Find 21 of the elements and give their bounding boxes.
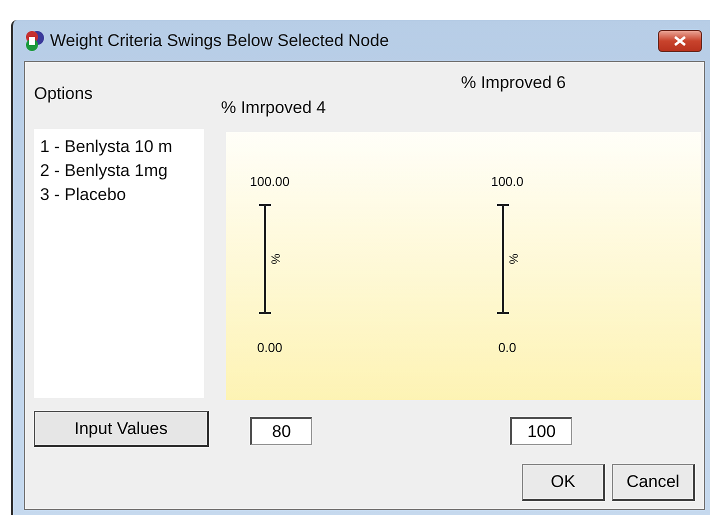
close-icon — [674, 36, 686, 46]
app-logo-icon — [24, 30, 46, 52]
value-input-field[interactable]: 80 — [250, 417, 312, 445]
option-item[interactable]: 2 - Benlysta 1mg — [40, 161, 168, 180]
criterion-header: % Imrpoved 4 — [221, 98, 326, 117]
cancel-button[interactable]: Cancel — [612, 464, 695, 501]
value-input-field[interactable]: 100 — [510, 417, 572, 445]
options-label: Options — [34, 84, 93, 103]
unit-label: % — [505, 254, 522, 264]
window-title: Weight Criteria Swings Below Selected Node — [50, 30, 390, 52]
criterion-header: % Improved 6 — [461, 73, 566, 92]
close-button[interactable] — [658, 30, 702, 52]
option-item[interactable]: 1 - Benlysta 10 m — [40, 137, 172, 156]
max-value-label: 100.00 — [250, 174, 290, 189]
max-value-label: 100.0 — [490, 174, 524, 189]
input-values-button[interactable]: Input Values — [34, 411, 209, 447]
option-item[interactable]: 3 - Placebo — [40, 185, 126, 204]
unit-label: % — [268, 254, 284, 264]
min-value-label: 0.0 — [498, 340, 516, 355]
min-value-label: 0.00 — [257, 340, 282, 355]
ok-button[interactable]: OK — [522, 464, 605, 501]
